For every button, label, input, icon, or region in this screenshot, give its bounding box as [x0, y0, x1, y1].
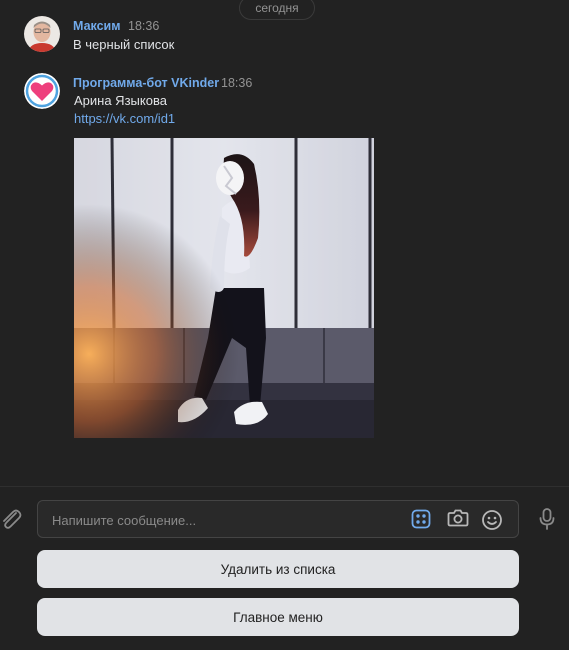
message-author[interactable]: Программа-бот VKinder	[73, 76, 219, 90]
avatar[interactable]	[24, 16, 60, 52]
message-author[interactable]: Максим	[73, 19, 121, 33]
bot-heart-avatar	[24, 73, 60, 109]
avatar[interactable]	[24, 73, 60, 109]
message-time[interactable]: 18:36	[221, 76, 252, 90]
profile-link[interactable]: https://vk.com/id1	[74, 111, 175, 126]
paperclip-icon[interactable]	[0, 508, 22, 532]
remove-from-list-button[interactable]: Удалить из списка	[37, 550, 519, 588]
message-input-box[interactable]	[37, 500, 519, 539]
microphone-icon[interactable]	[537, 507, 557, 531]
camera-icon[interactable]	[447, 508, 469, 528]
date-divider: сегодня	[239, 0, 315, 20]
message-photo[interactable]	[74, 138, 374, 438]
message-input[interactable]	[50, 501, 394, 539]
message-text: Арина Языкова	[74, 93, 167, 108]
smile-icon[interactable]	[481, 509, 503, 531]
message-time[interactable]: 18:36	[128, 19, 159, 33]
main-menu-button[interactable]: Главное меню	[37, 598, 519, 636]
user-avatar-image	[24, 16, 60, 52]
bot-keyboard-icon[interactable]	[411, 509, 431, 529]
message-text: В черный список	[73, 37, 175, 52]
